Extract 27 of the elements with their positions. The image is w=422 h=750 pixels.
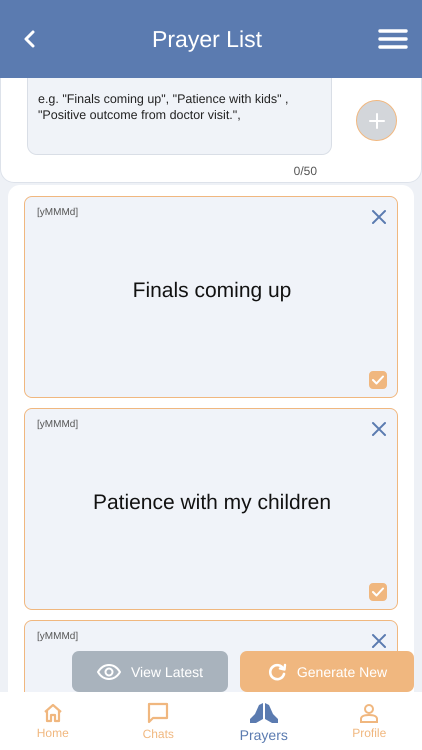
prayer-input-field[interactable]: e.g. "Finals coming up", "Patience with kids" , "Positive outcome from doctor visit.", bbox=[27, 78, 332, 155]
plus-icon bbox=[368, 112, 386, 130]
generate-new-button[interactable]: Generate New bbox=[240, 651, 414, 692]
prayer-date: [yMMMd] bbox=[37, 419, 78, 430]
eye-icon bbox=[96, 664, 121, 680]
close-icon[interactable] bbox=[371, 633, 387, 649]
person-icon bbox=[358, 702, 380, 724]
close-icon[interactable] bbox=[371, 421, 387, 437]
back-icon bbox=[22, 30, 36, 48]
page-title: Prayer List bbox=[152, 26, 262, 52]
home-icon bbox=[42, 702, 64, 724]
refresh-icon bbox=[266, 662, 287, 682]
prayer-date: [yMMMd] bbox=[37, 207, 78, 218]
home-tab[interactable]: Home bbox=[0, 692, 106, 750]
chat-bubble-icon bbox=[146, 701, 170, 725]
checkbox[interactable] bbox=[369, 371, 387, 389]
chats-tab[interactable]: Chats bbox=[106, 692, 211, 750]
prayers-tab[interactable]: Prayers bbox=[211, 692, 316, 750]
checkmark-icon bbox=[371, 374, 385, 386]
checkmark-icon bbox=[371, 586, 385, 598]
prayer-date: [yMMMd] bbox=[37, 631, 78, 642]
checkbox[interactable] bbox=[369, 583, 387, 601]
prayer-text: Finals coming up bbox=[132, 278, 292, 304]
profile-tab[interactable]: Profile bbox=[316, 692, 422, 750]
prayer-text: Patience with my children bbox=[92, 490, 332, 516]
close-icon[interactable] bbox=[371, 209, 387, 225]
character-counter: 0/50 bbox=[294, 164, 317, 178]
